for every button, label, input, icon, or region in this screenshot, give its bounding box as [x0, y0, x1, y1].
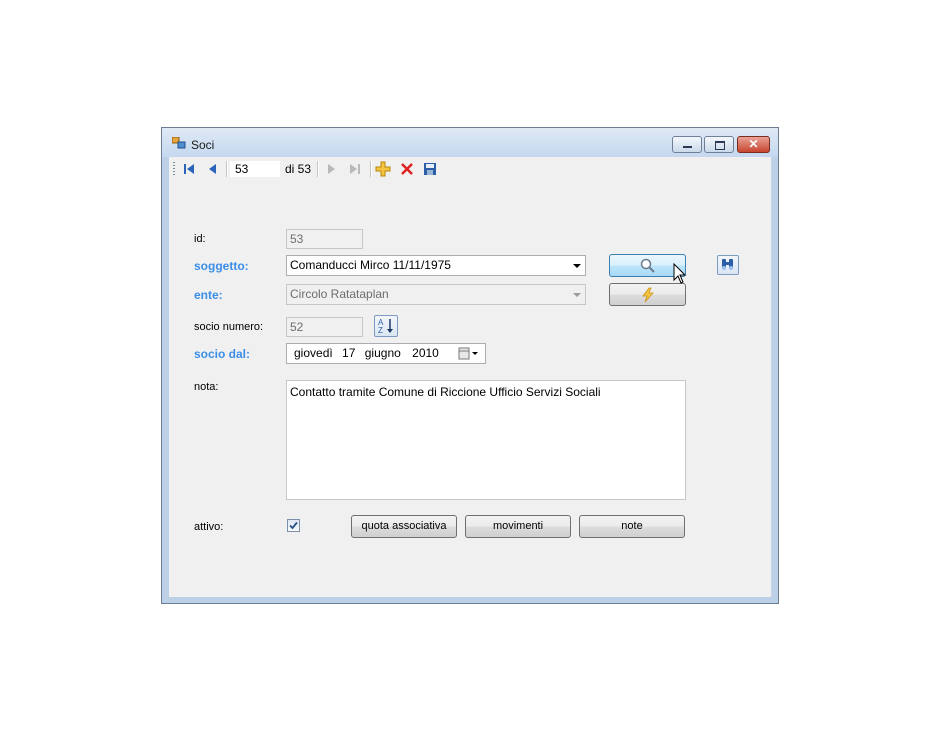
add-new-icon[interactable]: [375, 161, 391, 177]
socio-numero-label: socio numero:: [194, 321, 264, 333]
toolbar-grip[interactable]: [173, 162, 175, 176]
minimize-icon: [683, 146, 692, 148]
form-client-area: di 53 id: 53 soggetto: Comanducci Mi: [169, 157, 772, 597]
auto-number-button[interactable]: A Z: [374, 315, 398, 337]
window-edge: [771, 157, 772, 597]
record-count-label: di 53: [285, 162, 312, 176]
maximize-button[interactable]: [704, 136, 734, 153]
date-weekday[interactable]: giovedì: [294, 346, 333, 360]
soggetto-combobox[interactable]: Comanducci Mirco 11/11/1975: [286, 255, 586, 276]
delete-icon[interactable]: [399, 161, 415, 177]
soggetto-value: Comanducci Mirco 11/11/1975: [290, 258, 451, 272]
nota-textarea[interactable]: Contatto tramite Comune di Riccione Uffi…: [286, 380, 686, 500]
quota-associativa-button[interactable]: quota associativa: [351, 515, 457, 538]
minimize-button[interactable]: [672, 136, 702, 153]
app-form-icon: [172, 137, 186, 149]
ente-label: ente:: [194, 288, 223, 302]
soggetto-label: soggetto:: [194, 259, 249, 273]
sort-az-icon: A Z: [378, 318, 393, 335]
note-button[interactable]: note: [579, 515, 685, 538]
move-previous-icon[interactable]: [205, 161, 221, 177]
quick-action-button[interactable]: [609, 283, 686, 306]
socio-dal-datepicker[interactable]: giovedì 17 giugno 2010: [286, 343, 486, 364]
chevron-down-icon: [573, 293, 581, 297]
title-bar[interactable]: Soci ✕: [162, 128, 778, 157]
close-button[interactable]: ✕: [737, 136, 770, 153]
move-first-icon[interactable]: [181, 161, 197, 177]
socio-dal-label: socio dal:: [194, 347, 251, 361]
move-last-icon[interactable]: [347, 161, 363, 177]
binoculars-icon: [722, 259, 733, 270]
ente-value: Circolo Ratataplan: [290, 287, 389, 301]
lightning-icon: [641, 287, 654, 303]
find-button[interactable]: [717, 255, 739, 275]
move-next-icon[interactable]: [323, 161, 339, 177]
position-input[interactable]: [230, 161, 280, 177]
checkmark-icon: [289, 521, 298, 530]
attivo-checkbox[interactable]: [287, 519, 300, 532]
toolbar-separator: [226, 161, 228, 177]
svg-text:Z: Z: [378, 326, 383, 335]
nota-label: nota:: [194, 381, 219, 393]
id-field[interactable]: 53: [286, 229, 363, 249]
date-day[interactable]: 17: [342, 346, 355, 360]
id-label: id:: [194, 233, 206, 245]
socio-numero-field[interactable]: 52: [286, 317, 363, 337]
close-icon: ✕: [748, 137, 759, 151]
search-icon: [640, 258, 655, 273]
save-icon[interactable]: [422, 161, 438, 177]
soci-window: Soci ✕ di 53: [161, 127, 779, 604]
toolbar-separator: [317, 161, 319, 177]
date-year[interactable]: 2010: [412, 346, 439, 360]
ente-combobox[interactable]: Circolo Ratataplan: [286, 284, 586, 305]
attivo-label: attivo:: [194, 521, 224, 533]
chevron-down-icon[interactable]: [573, 264, 581, 268]
calendar-dropdown-icon[interactable]: [458, 347, 480, 360]
window-title: Soci: [191, 138, 215, 152]
maximize-icon: [715, 141, 725, 150]
mouse-pointer-icon: [673, 263, 687, 284]
binding-navigator: di 53: [169, 157, 772, 181]
date-month[interactable]: giugno: [365, 346, 401, 360]
movimenti-button[interactable]: movimenti: [465, 515, 571, 538]
toolbar-separator: [370, 161, 372, 177]
